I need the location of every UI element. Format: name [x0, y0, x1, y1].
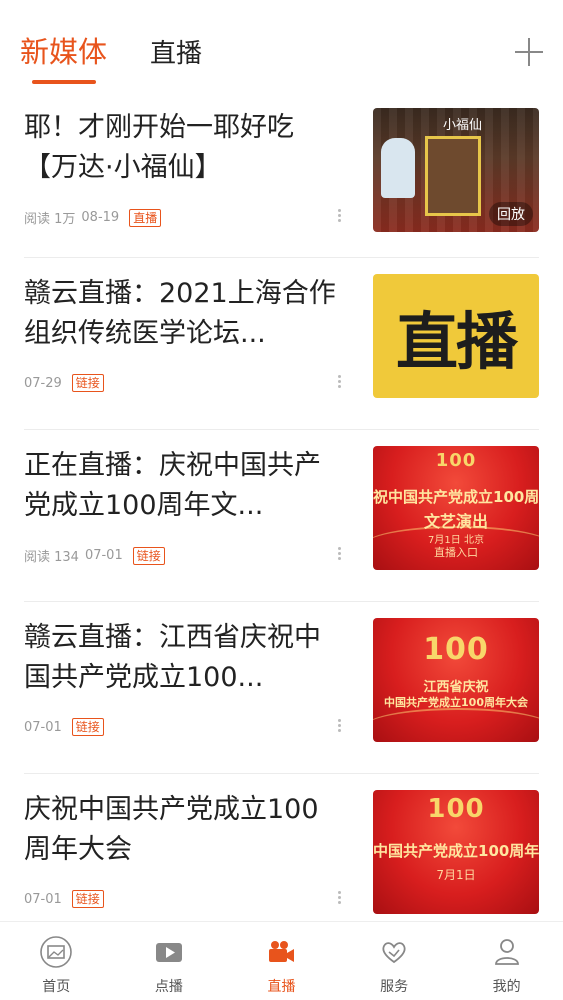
more-options-icon[interactable] [338, 374, 342, 390]
item-meta: 07-01 链接 [24, 890, 104, 908]
type-badge: 链接 [71, 374, 104, 392]
thumbnail-subheadline: 中国共产党成立100周年大会 [384, 696, 528, 709]
video-camera-icon [269, 941, 295, 962]
thumbnail-text: 直播 [395, 305, 518, 378]
item-meta: 阅读 1万 08-19 直播 [24, 208, 162, 227]
replay-badge: 回放 [489, 202, 533, 226]
item-date: 07-01 [24, 719, 62, 735]
list-item[interactable]: 赣云直播：江西省庆祝中国共产党成立100... 07-01 链接 100 江西省… [24, 602, 539, 774]
nav-live[interactable]: 直播 [225, 922, 338, 1000]
view-count: 阅读 1万 [24, 212, 76, 227]
item-title[interactable]: 正在直播：庆祝中国共产党成立100周年文... [24, 446, 344, 526]
item-title[interactable]: 庆祝中国共产党成立100周年大会 [24, 790, 344, 870]
nav-label: 我的 [492, 979, 521, 995]
nav-mine[interactable]: 我的 [450, 922, 563, 1000]
restaurant-door [425, 136, 481, 216]
item-meta: 阅读 134 07-01 链接 [24, 546, 165, 565]
nav-service[interactable]: 服务 [338, 922, 451, 1000]
list-item[interactable]: 正在直播：庆祝中国共产党成立100周年文... 阅读 134 07-01 链接 … [24, 430, 539, 602]
thumbnail-subheadline: 文艺演出 [423, 512, 488, 531]
play-icon [155, 943, 182, 962]
bottom-navigation: 首页 点播 直播 服务 我的 [0, 921, 563, 1000]
plus-icon[interactable] [515, 38, 543, 66]
nav-home[interactable]: 首页 [0, 922, 113, 1000]
thumbnail-entry: 直播入口 [434, 546, 478, 559]
item-thumbnail[interactable]: 直播 [373, 274, 539, 398]
type-badge: 链接 [132, 546, 165, 565]
item-date: 07-01 [84, 548, 123, 563]
thumbnail-date: 7月1日 [436, 868, 476, 882]
item-title[interactable]: 赣云直播：江西省庆祝中国共产党成立100... [24, 618, 344, 698]
more-options-icon[interactable] [338, 546, 342, 562]
restaurant-sign: 小福仙 [443, 118, 483, 133]
active-tab-indicator [32, 80, 96, 84]
more-options-icon[interactable] [338, 718, 342, 734]
item-title[interactable]: 耶！才刚开始一耶好吃【万达·小福仙】 [24, 108, 344, 188]
item-thumbnail[interactable]: 100 江西省庆祝 中国共产党成立100周年大会 [373, 618, 539, 742]
type-badge: 链接 [71, 718, 104, 736]
heart-hands-icon [382, 942, 406, 964]
list-item[interactable]: 赣云直播：2021上海合作组织传统医学论坛... 07-29 链接 直播 [24, 258, 539, 430]
thumbnail-headline: 中国共产党成立100周年 [373, 842, 539, 860]
nav-label: 直播 [267, 979, 296, 995]
tab-new-media[interactable]: 新媒体 [20, 34, 107, 70]
thumbnail-headline: 祝中国共产党成立100周 [373, 488, 539, 506]
thumbnail-headline: 江西省庆祝 [423, 680, 489, 695]
item-thumbnail[interactable]: 100 祝中国共产党成立100周 文艺演出 7月1日 北京 直播入口 [373, 446, 539, 570]
type-badge: 链接 [71, 890, 104, 908]
item-date: 07-29 [24, 375, 62, 391]
item-date: 07-01 [24, 891, 62, 907]
more-options-icon[interactable] [338, 208, 342, 224]
news-feed: 耶！才刚开始一耶好吃【万达·小福仙】 阅读 1万 08-19 直播 小福仙 回放… [0, 92, 563, 946]
top-tab-bar: 新媒体 直播 [0, 0, 563, 92]
person-icon [494, 939, 519, 965]
nav-label: 服务 [380, 979, 409, 995]
mascot-figure [381, 138, 415, 198]
nav-label: 点播 [154, 979, 183, 995]
nav-label: 首页 [42, 979, 71, 995]
tab-live[interactable]: 直播 [150, 36, 202, 72]
item-thumbnail[interactable]: 100 中国共产党成立100周年 7月1日 [373, 790, 539, 914]
nav-vod[interactable]: 点播 [113, 922, 226, 1000]
item-meta: 07-01 链接 [24, 718, 104, 736]
party-emblem-100: 100 [427, 794, 485, 824]
item-title[interactable]: 赣云直播：2021上海合作组织传统医学论坛... [24, 274, 344, 354]
item-date: 08-19 [81, 210, 120, 225]
view-count: 阅读 134 [24, 550, 79, 565]
type-badge: 直播 [129, 208, 162, 227]
item-thumbnail[interactable]: 小福仙 回放 [373, 108, 539, 232]
item-meta: 07-29 链接 [24, 374, 104, 392]
party-emblem-100: 100 [435, 450, 477, 471]
list-item[interactable]: 耶！才刚开始一耶好吃【万达·小福仙】 阅读 1万 08-19 直播 小福仙 回放 [24, 92, 539, 258]
party-emblem-100: 100 [423, 632, 489, 667]
more-options-icon[interactable] [338, 890, 342, 906]
photo-icon [40, 936, 73, 968]
